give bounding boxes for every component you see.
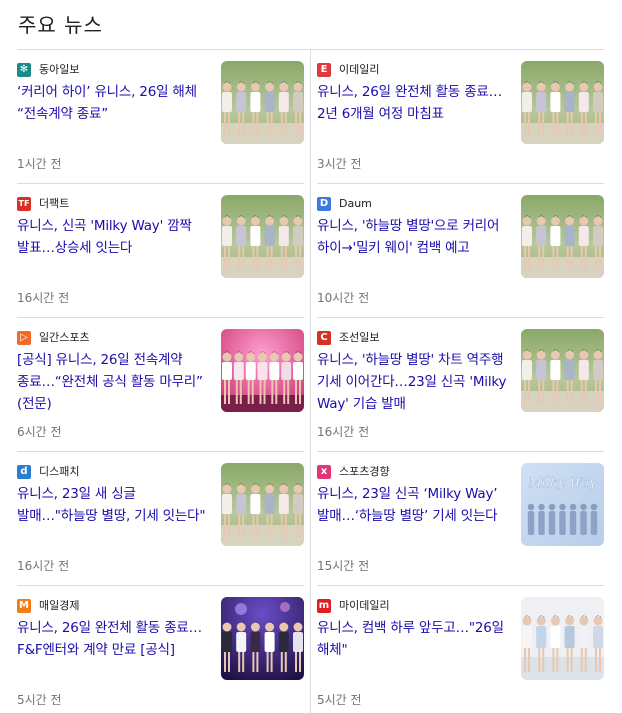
news-headline-link[interactable]: 유니스, 컴백 하루 앞두고…"26일 해체": [317, 617, 510, 661]
news-thumbnail[interactable]: [221, 597, 304, 680]
source-logo-icon: C: [317, 331, 331, 345]
news-source: m 마이데일리: [317, 598, 390, 614]
news-timestamp: 3시간 전: [317, 157, 362, 171]
news-headline-link[interactable]: ‘커리어 하이’ 유니스, 26일 해체 “전속계약 종료”: [17, 81, 210, 125]
news-source: x 스포츠경향: [317, 464, 390, 480]
source-name: 매일경제: [39, 599, 80, 612]
news-timestamp: 5시간 전: [317, 693, 362, 707]
news-thumbnail[interactable]: [521, 597, 604, 680]
news-headline-link[interactable]: 유니스, 신곡 'Milky Way' 깜짝 발표…상승세 잇는다: [17, 215, 210, 259]
source-name: 이데일리: [339, 63, 380, 76]
section-title: 주요 뉴스: [18, 13, 103, 37]
news-card[interactable]: TF 더팩트 유니스, 신곡 'Milky Way' 깜짝 발표…상승세 잇는다…: [17, 184, 304, 318]
source-logo-icon: m: [317, 599, 331, 613]
news-source: D Daum: [317, 196, 372, 212]
news-timestamp: 5시간 전: [17, 693, 62, 707]
news-card[interactable]: D Daum 유니스, '하늘땅 별땅'으로 커리어 하이→'밀키 웨이' 컴백…: [317, 184, 604, 318]
source-name: 스포츠경향: [339, 465, 390, 478]
source-logo-icon: TF: [17, 197, 31, 211]
news-timestamp: 15시간 전: [317, 559, 370, 573]
source-logo-icon: E: [317, 63, 331, 77]
news-card[interactable]: C 조선일보 유니스, '하늘땅 별땅' 차트 역주행 기세 이어간다…23일 …: [317, 318, 604, 452]
news-thumbnail[interactable]: [221, 329, 304, 412]
news-source: M 매일경제: [17, 598, 79, 614]
news-source: C 조선일보: [317, 330, 379, 346]
news-timestamp: 16시간 전: [17, 291, 70, 305]
news-timestamp: 1시간 전: [17, 157, 62, 171]
news-source: d 디스패치: [17, 464, 79, 480]
source-logo-icon: ▷: [17, 331, 31, 345]
news-source: ✻ 동아일보: [17, 62, 79, 78]
svg-text:Milky Way: Milky Way: [527, 476, 597, 491]
news-headline-link[interactable]: 유니스, 23일 신곡 ‘Milky Way’ 발매…‘하늘땅 별땅’ 기세 잇…: [317, 483, 510, 527]
news-headline-link[interactable]: 유니스, '하늘땅 별땅' 차트 역주행 기세 이어간다…23일 신곡 'Mil…: [317, 349, 510, 415]
news-source: ▷ 일간스포츠: [17, 330, 90, 346]
news-card[interactable]: x 스포츠경향 유니스, 23일 신곡 ‘Milky Way’ 발매…‘하늘땅 …: [317, 452, 604, 586]
source-logo-icon: d: [17, 465, 31, 479]
source-name: 동아일보: [39, 63, 80, 76]
source-logo-icon: M: [17, 599, 31, 613]
source-name: 디스패치: [39, 465, 80, 478]
news-thumbnail[interactable]: [521, 61, 604, 144]
news-headline-link[interactable]: 유니스, 23일 새 싱글 발매…"하늘땅 별땅, 기세 잇는다": [17, 483, 210, 527]
news-timestamp: 16시간 전: [17, 559, 70, 573]
news-headline-link[interactable]: [공식] 유니스, 26일 전속계약 종료…“완전체 공식 활동 마무리” (전…: [17, 349, 210, 415]
column-divider: [310, 50, 311, 713]
news-card[interactable]: d 디스패치 유니스, 23일 새 싱글 발매…"하늘땅 별땅, 기세 잇는다"…: [17, 452, 304, 586]
news-card[interactable]: M 매일경제 유니스, 26일 완전체 활동 종료…F&F엔터와 계약 만료 […: [17, 586, 304, 713]
news-timestamp: 6시간 전: [17, 425, 62, 439]
news-timestamp: 10시간 전: [317, 291, 370, 305]
news-headline-link[interactable]: 유니스, 26일 완전체 활동 종료…F&F엔터와 계약 만료 [공식]: [17, 617, 210, 661]
news-thumbnail[interactable]: [521, 329, 604, 412]
source-name: 조선일보: [339, 331, 380, 344]
news-card[interactable]: m 마이데일리 유니스, 컴백 하루 앞두고…"26일 해체" 5시간 전: [317, 586, 604, 713]
news-card[interactable]: ✻ 동아일보 ‘커리어 하이’ 유니스, 26일 해체 “전속계약 종료” 1시…: [17, 50, 304, 184]
news-thumbnail[interactable]: [221, 195, 304, 278]
source-logo-icon: D: [317, 197, 331, 211]
news-thumbnail[interactable]: [221, 463, 304, 546]
source-name: Daum: [339, 197, 372, 210]
news-card[interactable]: ▷ 일간스포츠 [공식] 유니스, 26일 전속계약 종료…“완전체 공식 활동…: [17, 318, 304, 452]
news-source: E 이데일리: [317, 62, 379, 78]
news-card[interactable]: E 이데일리 유니스, 26일 완전체 활동 종료… 2년 6개월 여정 마침표…: [317, 50, 604, 184]
news-source: TF 더팩트: [17, 196, 69, 212]
news-timestamp: 16시간 전: [317, 425, 370, 439]
source-name: 더팩트: [39, 197, 70, 210]
news-thumbnail[interactable]: Milky Way: [521, 463, 604, 546]
source-logo-icon: x: [317, 465, 331, 479]
news-thumbnail[interactable]: [521, 195, 604, 278]
news-thumbnail[interactable]: [221, 61, 304, 144]
news-headline-link[interactable]: 유니스, '하늘땅 별땅'으로 커리어 하이→'밀키 웨이' 컴백 예고: [317, 215, 510, 259]
source-name: 일간스포츠: [39, 331, 90, 344]
source-name: 마이데일리: [339, 599, 390, 612]
news-headline-link[interactable]: 유니스, 26일 완전체 활동 종료… 2년 6개월 여정 마침표: [317, 81, 510, 125]
source-logo-icon: ✻: [17, 63, 31, 77]
